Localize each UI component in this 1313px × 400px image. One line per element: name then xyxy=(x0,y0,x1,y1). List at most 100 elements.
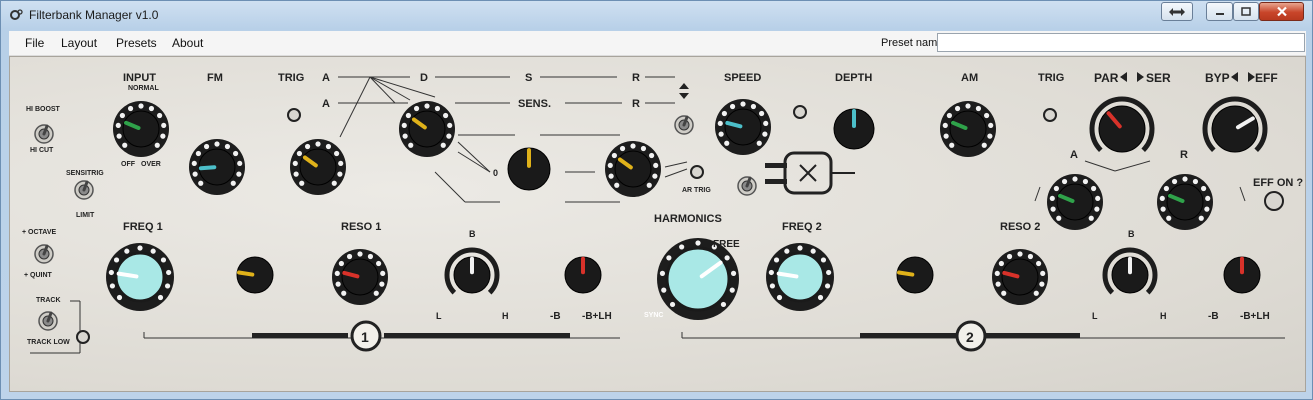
trig-label: TRIG xyxy=(278,72,305,84)
knob-scale-mark xyxy=(1159,195,1165,202)
byp-eff-knob[interactable] xyxy=(1202,96,1268,153)
menu-about[interactable]: About xyxy=(172,36,203,50)
fm-knob[interactable] xyxy=(189,139,245,195)
menu-layout[interactable]: Layout xyxy=(61,36,97,50)
knob-scale-mark xyxy=(773,257,780,263)
section-2-bar-right xyxy=(985,333,1080,338)
lh1-l-label: L xyxy=(436,311,442,321)
menu-file[interactable]: File xyxy=(25,36,44,50)
freq1-knob[interactable] xyxy=(106,243,174,311)
knob-scale-mark xyxy=(379,281,385,287)
swap-layout-button[interactable] xyxy=(1161,2,1193,21)
am-label: AM xyxy=(961,72,979,84)
knob-scale-mark xyxy=(160,133,166,139)
knob-scale-mark xyxy=(1040,270,1046,277)
filter-a-knob[interactable] xyxy=(1047,174,1103,230)
hi-boost-toggle[interactable] xyxy=(34,124,54,144)
close-button[interactable] xyxy=(1259,2,1304,21)
app-window: Filterbank Manager v1.0 File Layout Pres… xyxy=(0,0,1313,400)
mod2-knob[interactable] xyxy=(896,256,934,294)
knob-scale-mark xyxy=(367,253,374,260)
knob-cap xyxy=(665,246,731,312)
depth-knob[interactable] xyxy=(833,108,875,150)
offset-knob[interactable] xyxy=(507,147,551,191)
knob-cap xyxy=(114,251,166,303)
knob-scale-mark xyxy=(224,143,231,150)
reso1-knob[interactable] xyxy=(332,249,388,305)
knob-scale-mark xyxy=(810,248,816,254)
sync-label: SYNC xyxy=(644,312,664,319)
sensitrig-toggle[interactable] xyxy=(74,180,94,200)
knob-scale-mark xyxy=(405,112,411,119)
freq2-knob[interactable] xyxy=(766,243,834,311)
knob-scale-mark xyxy=(630,143,636,149)
speed-led xyxy=(793,105,807,119)
track-toggle[interactable] xyxy=(38,311,58,331)
harmonics-knob[interactable] xyxy=(657,238,739,320)
knob-scale-mark xyxy=(233,150,239,157)
knob-scale-mark xyxy=(988,122,994,129)
knob-scale-mark xyxy=(115,122,121,129)
knob-scale-mark xyxy=(1163,185,1169,192)
mix2-minus-b-label: -B xyxy=(1208,311,1219,322)
preset-name-input[interactable] xyxy=(937,33,1305,52)
sens-toggle[interactable] xyxy=(674,115,694,135)
lh1-knob[interactable] xyxy=(444,247,500,295)
octave-toggle[interactable] xyxy=(34,244,54,264)
sens-mode-switch-icon[interactable] xyxy=(679,83,689,99)
knob-scale-mark xyxy=(729,103,736,110)
knob-scale-mark xyxy=(434,105,441,112)
knob-scale-mark xyxy=(981,142,987,148)
quint-label: + QUINT xyxy=(24,272,52,279)
knob-scale-mark xyxy=(116,133,122,139)
filter-r-label: R xyxy=(1180,149,1188,161)
am-knob[interactable] xyxy=(940,101,996,157)
mix2-knob[interactable] xyxy=(1223,256,1261,294)
knob-scale-mark xyxy=(304,143,311,150)
knob-scale-mark xyxy=(331,180,337,186)
knob-scale-mark xyxy=(292,160,298,167)
knob-scale-mark xyxy=(1198,215,1204,221)
trig2-label: TRIG xyxy=(1038,72,1065,84)
knob-scale-mark xyxy=(1091,185,1097,192)
knob-scale-mark xyxy=(824,283,831,289)
knob-scale-mark xyxy=(148,105,155,112)
knob-scale-mark xyxy=(195,150,201,157)
knob-scale-mark xyxy=(341,290,347,296)
filter-r-knob[interactable] xyxy=(1157,174,1213,230)
knob-scale-mark xyxy=(640,145,647,152)
eff-on-label: EFF ON ? xyxy=(1253,177,1304,189)
minimize-button[interactable] xyxy=(1206,2,1233,21)
harmonics-label: HARMONICS xyxy=(654,213,722,225)
knob-scale-mark xyxy=(164,283,171,289)
par-ser-knob[interactable] xyxy=(1089,96,1155,153)
release-knob[interactable] xyxy=(605,141,661,197)
trig-a-knob[interactable] xyxy=(290,139,346,195)
synth-panel: INPUT NORMAL OFF OVER FM TRIG A A D S SE… xyxy=(9,56,1306,392)
mod1-knob[interactable] xyxy=(236,256,274,294)
window-title: Filterbank Manager v1.0 xyxy=(29,8,159,22)
decay-label: D xyxy=(420,72,428,84)
knob-scale-mark xyxy=(762,131,768,137)
speed-knob[interactable] xyxy=(715,99,771,155)
reso2-knob[interactable] xyxy=(992,249,1048,305)
menu-presets[interactable]: Presets xyxy=(116,36,157,50)
eff-on-button[interactable] xyxy=(1264,191,1284,211)
ar-trig-toggle[interactable] xyxy=(737,176,757,196)
reso1-label: RESO 1 xyxy=(341,221,382,233)
knob-cap xyxy=(341,258,379,296)
knob-scale-mark xyxy=(109,283,116,289)
lh2-knob[interactable] xyxy=(1102,247,1158,295)
knob-scale-mark xyxy=(154,142,160,148)
trig2-led xyxy=(1043,108,1057,122)
knob-scale-mark xyxy=(646,182,652,188)
hi-cut-label: HI CUT xyxy=(30,147,54,154)
knob-scale-mark xyxy=(759,110,765,117)
mix1-knob[interactable] xyxy=(564,256,602,294)
input-knob[interactable] xyxy=(113,101,169,157)
knob-scale-mark xyxy=(1033,290,1039,296)
decay-knob[interactable] xyxy=(399,101,455,157)
maximize-button[interactable] xyxy=(1233,2,1259,21)
attack-sens-label: A xyxy=(322,98,330,110)
knob-scale-mark xyxy=(127,105,134,112)
